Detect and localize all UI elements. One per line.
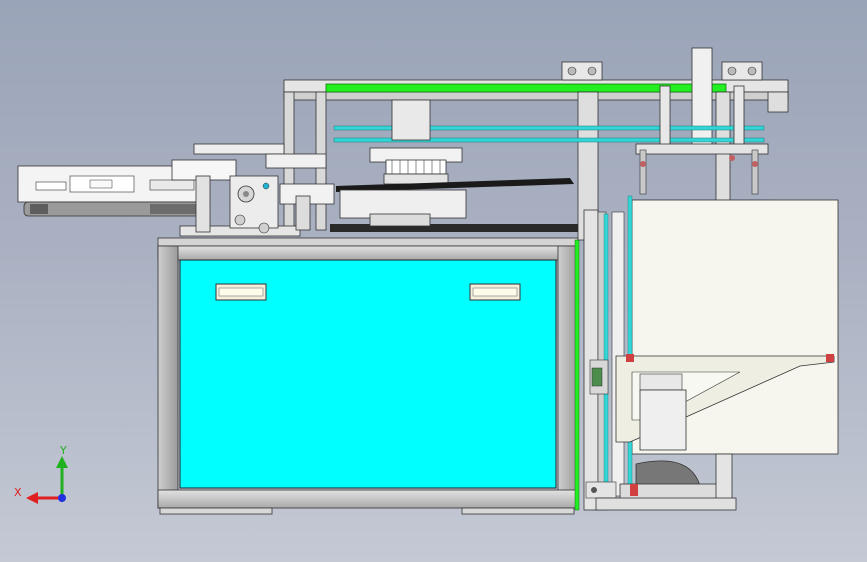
- top-bracket-left: [561, 61, 603, 81]
- main-cabinet: [157, 237, 580, 515]
- top-bracket-right: [721, 61, 763, 81]
- conveyor-belt: [330, 178, 578, 232]
- cad-viewport[interactable]: Y X: [0, 0, 867, 562]
- door-handle-left: [215, 283, 267, 301]
- door-handle-right: [469, 283, 521, 301]
- triad-y-label: Y: [59, 444, 67, 457]
- coordinate-triad: Y X: [14, 444, 68, 504]
- vertical-lift-column: [583, 195, 633, 511]
- triad-x-label: X: [14, 486, 22, 499]
